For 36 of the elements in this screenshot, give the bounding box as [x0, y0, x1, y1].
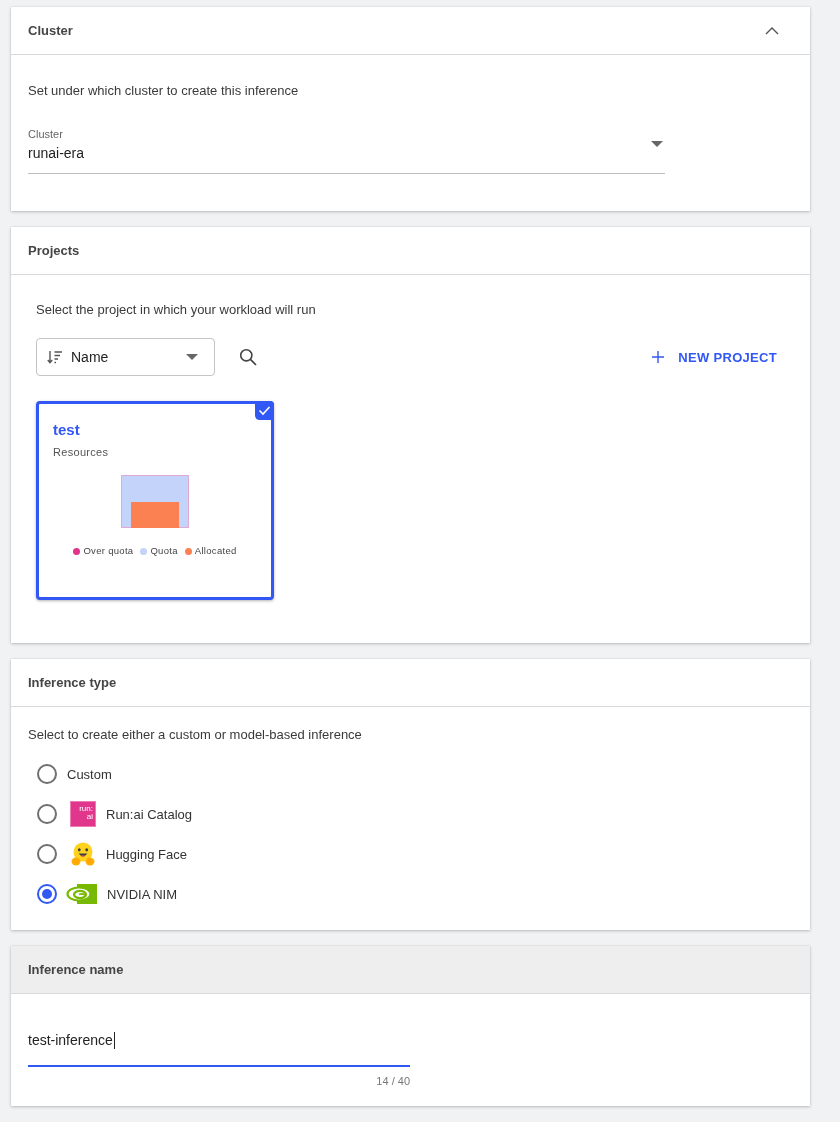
- section-title: Projects: [28, 243, 80, 258]
- radio-label[interactable]: Run:ai Catalog: [106, 806, 192, 822]
- character-counter: 14 / 40: [376, 1075, 410, 1088]
- section-description: Select to create either a custom or model-based inference: [28, 727, 363, 743]
- search-icon[interactable]: [239, 348, 257, 366]
- radio-button[interactable]: [37, 764, 57, 784]
- radio-button[interactable]: [37, 844, 57, 864]
- section-description: Select the project in which your workload will run: [36, 302, 317, 318]
- chevron-up-icon[interactable]: [765, 26, 779, 35]
- project-name: test: [53, 421, 80, 439]
- section-title: Inference name: [28, 962, 124, 977]
- section-title: Cluster: [28, 23, 73, 38]
- radio-button[interactable]: [37, 884, 57, 904]
- caret-icon: [651, 140, 663, 147]
- logo-tile: run: ai: [70, 801, 96, 827]
- section-title: Inference type: [28, 675, 117, 690]
- cluster-dropdown[interactable]: Cluster runai-era: [28, 127, 665, 174]
- sort-dropdown[interactable]: Name: [36, 338, 215, 376]
- sort-icon: [47, 350, 63, 364]
- radio-button[interactable]: [37, 804, 57, 824]
- legend-label: Allocated: [194, 545, 237, 557]
- section-description: Set under which cluster to create this inference: [28, 83, 300, 99]
- legend-label: Quota: [150, 545, 178, 557]
- resources-label: Resources: [53, 446, 109, 459]
- plus-icon: [652, 351, 665, 363]
- radio-label[interactable]: NVIDIA NIM: [107, 886, 178, 902]
- eye-logo-icon: [66, 884, 97, 904]
- new-project-button[interactable]: NEW PROJECT: [652, 345, 777, 369]
- caret-icon: [186, 354, 198, 360]
- project-card[interactable]: test Resources Over quota Quota Allocated: [36, 401, 274, 600]
- allocated-bar: [131, 502, 179, 528]
- radio-label[interactable]: Hugging Face: [106, 846, 187, 862]
- smiling-face-icon: [70, 841, 96, 867]
- name-input[interactable]: test-inference: [28, 1031, 410, 1067]
- radio-label[interactable]: Custom: [67, 766, 112, 782]
- legend-label: Over quota: [83, 545, 134, 557]
